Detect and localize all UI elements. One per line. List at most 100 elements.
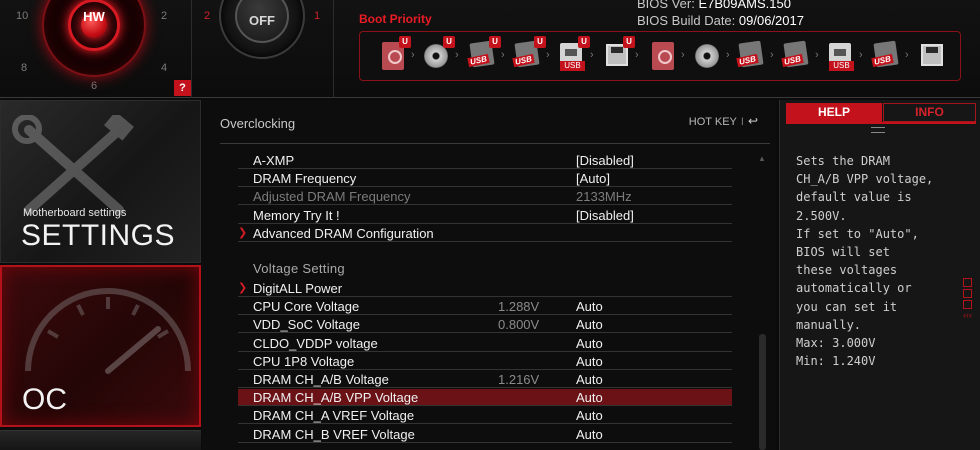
settings-subtitle: Motherboard settings — [23, 207, 127, 219]
oc-label: OC — [22, 383, 67, 416]
tab-info[interactable]: INFO — [883, 103, 976, 122]
usb-drive-icon[interactable]: USB — [871, 40, 902, 72]
game-boost-ring — [68, 0, 120, 51]
setting-value: Auto — [576, 335, 603, 351]
setting-row[interactable]: DRAM Frequency [Auto] — [238, 170, 732, 188]
help-panel: HELP INFO Sets the DRAM CH_A/B VPP volta… — [779, 100, 980, 450]
chevron-right-icon: › — [815, 49, 819, 61]
chevron-right-icon: › — [546, 49, 550, 61]
chevron-right-icon: › — [681, 49, 685, 61]
setting-value: Auto — [576, 408, 603, 424]
setting-name: DRAM Frequency — [253, 171, 357, 187]
hdd-icon[interactable] — [648, 40, 678, 72]
setting-value: Auto — [576, 299, 603, 315]
game-boost-label: HW — [83, 9, 105, 24]
setting-name: DRAM CH_A/B Voltage — [253, 372, 389, 387]
uefi-badge: U — [399, 36, 411, 48]
usb-drive-icon[interactable]: USB — [736, 40, 767, 72]
setting-row[interactable]: DRAM CH_A/B VPP Voltage Auto — [238, 389, 732, 407]
bios-build-label: BIOS Build Date: — [637, 13, 736, 28]
chevron-right-icon: › — [455, 49, 459, 61]
setting-value: Auto — [576, 353, 603, 369]
usb-drive-icon[interactable]: USB — [781, 40, 812, 72]
setting-row[interactable]: DRAM CH_B VREF Voltage Auto — [238, 426, 732, 443]
side-tab-box — [963, 300, 972, 309]
scrollbar[interactable]: ▲ — [755, 150, 769, 450]
floppy-icon[interactable] — [917, 40, 947, 72]
xmp-profile-number: 1 — [314, 10, 321, 22]
game-boost-panel: 10 2 8 4 6 HW ? — [0, 0, 192, 98]
usb-network-icon[interactable]: USB U — [557, 36, 590, 72]
panel-grip-icon[interactable] — [871, 127, 885, 133]
dial-number: 2 — [161, 10, 168, 22]
dial-number: 10 — [16, 10, 29, 22]
tab-help[interactable]: HELP — [786, 103, 882, 122]
setting-row[interactable]: DRAM CH_A/B Voltage 1.216V Auto — [238, 371, 732, 388]
nav-oc[interactable]: OC — [0, 265, 201, 427]
setting-row[interactable]: CLDO_VDDP voltage Auto — [238, 335, 732, 352]
scrollbar-thumb[interactable] — [759, 334, 766, 450]
side-tab-box — [963, 278, 972, 287]
left-nav: Motherboard settings SETTINGS OC — [0, 100, 201, 450]
a-xmp-knob[interactable]: OFF — [235, 0, 289, 43]
setting-value: Auto — [576, 372, 603, 387]
back-icon[interactable]: ↩ — [748, 114, 758, 128]
setting-row[interactable]: DRAM CH_A VREF Voltage Auto — [238, 407, 732, 425]
optical-disc-icon[interactable] — [693, 40, 723, 72]
setting-row[interactable]: Memory Try It ! [Disabled] — [238, 207, 732, 224]
usb-network-icon[interactable]: USB — [826, 40, 856, 72]
help-text: Sets the DRAM CH_A/B VPP voltage, defaul… — [796, 154, 934, 369]
dial-number: 8 — [21, 62, 28, 74]
boot-device-body — [695, 44, 719, 68]
setting-value: 2133MHz — [576, 189, 632, 205]
uefi-badge: U — [443, 36, 455, 48]
overclocking-panel: Overclocking HOT KEY I ↩ A-XMP [Disabled] DR… — [202, 100, 776, 450]
setting-name: DigitALL Power — [253, 281, 343, 296]
a-xmp-label: OFF — [249, 13, 275, 28]
nav-settings[interactable]: Motherboard settings SETTINGS — [0, 100, 201, 263]
setting-name: Adjusted DRAM Frequency — [253, 189, 411, 205]
hdd-icon[interactable]: U — [378, 36, 411, 72]
setting-name: Advanced DRAM Configuration — [253, 225, 434, 241]
settings-label: SETTINGS — [21, 219, 176, 252]
side-expand-tab[interactable]: ‹‹‹ — [963, 278, 977, 324]
setting-row[interactable]: CPU Core Voltage 1.288V Auto — [238, 298, 732, 316]
setting-row[interactable]: A-XMP [Disabled] — [238, 152, 732, 169]
setting-current-value: 1.288V — [498, 299, 540, 315]
optical-disc-icon[interactable]: U — [422, 36, 455, 72]
setting-row[interactable]: VDD_SoC Voltage 0.800V Auto — [238, 316, 732, 334]
setting-current-value: 1.216V — [498, 372, 540, 387]
uefi-badge: U — [623, 36, 635, 48]
setting-value: Auto — [576, 390, 603, 406]
top-bar: 10 2 8 4 6 HW ? 2 1 OFF BIOS Ver: E7B09A… — [0, 0, 980, 98]
chevron-right-icon: › — [905, 49, 909, 61]
uefi-badge: U — [578, 36, 590, 48]
hotkey-area: HOT KEY I ↩ — [689, 114, 758, 128]
divider — [220, 143, 770, 144]
a-xmp-dial[interactable]: OFF — [219, 0, 305, 59]
setting-row[interactable]: CPU 1P8 Voltage Auto — [238, 353, 732, 370]
usb-drive-icon[interactable]: USB U — [512, 36, 546, 72]
expand-arrows-icon: ‹‹‹ — [963, 310, 972, 320]
submenu-row[interactable]: ❯ DigitALL Power — [238, 280, 732, 297]
boot-priority-label: Boot Priority — [359, 12, 432, 26]
page-title: Overclocking — [220, 116, 296, 131]
chevron-right-icon: › — [411, 49, 415, 61]
chevron-right-icon: › — [590, 49, 594, 61]
scroll-up-icon[interactable]: ▲ — [758, 154, 766, 163]
setting-name: DRAM CH_A/B VPP Voltage — [253, 390, 419, 406]
side-tab-box — [963, 289, 972, 298]
hotkey-button[interactable]: HOT KEY — [689, 116, 737, 128]
usb-tag: USB — [560, 61, 585, 71]
bios-build-date: 09/06/2017 — [738, 13, 804, 28]
submenu-row[interactable]: ❯ Advanced DRAM Configuration — [238, 225, 732, 242]
floppy-icon[interactable]: U — [602, 36, 635, 72]
chevron-right-icon: › — [859, 49, 863, 61]
nav-next-section[interactable] — [0, 430, 201, 450]
setting-value: Auto — [576, 426, 603, 442]
dial-number: 6 — [91, 80, 98, 92]
help-question-button[interactable]: ? — [174, 80, 191, 96]
chevron-right-icon: › — [635, 49, 639, 61]
usb-drive-icon[interactable]: USB U — [467, 36, 501, 72]
setting-value: Auto — [576, 317, 603, 333]
